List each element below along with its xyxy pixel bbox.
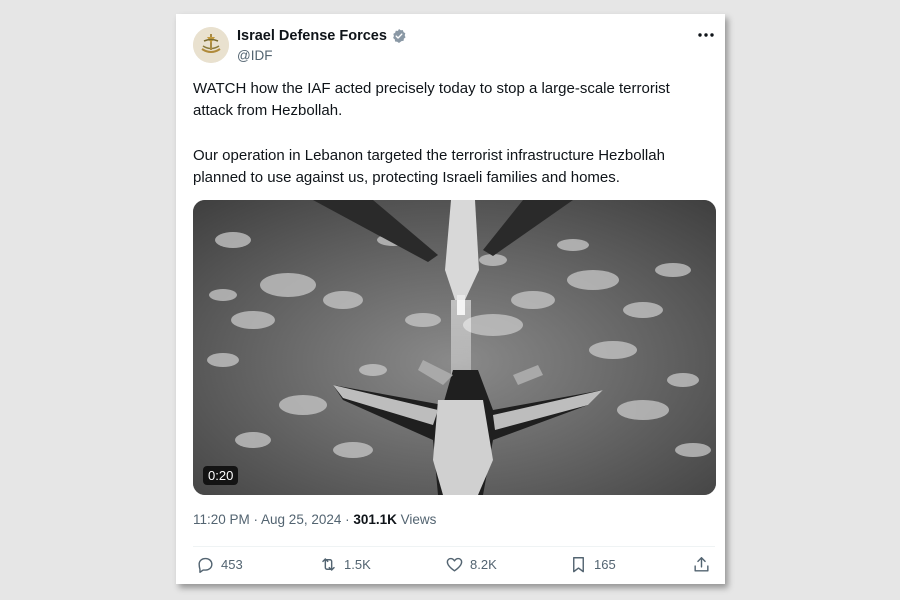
heart-icon [446, 557, 463, 572]
tweet-card: Israel Defense Forces @IDF WATCH how the… [176, 14, 725, 584]
author-name[interactable]: Israel Defense Forces [237, 28, 387, 44]
reply-button[interactable]: 453 [196, 555, 243, 574]
video-frame [193, 200, 716, 495]
action-bar: 453 1.5K 8.2K 165 [193, 555, 711, 579]
timestamp[interactable]: 11:20 PM · Aug 25, 2024 · [193, 512, 353, 527]
bookmark-icon [573, 557, 584, 573]
video-duration: 0:20 [203, 466, 239, 485]
views-label: Views [396, 512, 437, 527]
repost-count: 1.5K [344, 557, 371, 572]
tweet-meta: 11:20 PM · Aug 25, 2024 · 301.1K Views [193, 512, 436, 527]
divider [193, 546, 715, 547]
tweet-paragraph-1: WATCH how the IAF acted precisely today … [193, 80, 670, 119]
author-handle[interactable]: @IDF [237, 48, 272, 63]
avatar[interactable] [193, 27, 229, 63]
video-player[interactable]: 0:20 [193, 200, 716, 495]
repost-button[interactable]: 1.5K [319, 555, 371, 574]
like-count: 8.2K [470, 557, 497, 572]
like-button[interactable]: 8.2K [445, 555, 497, 574]
repost-icon [322, 558, 335, 571]
share-icon [694, 557, 709, 572]
tweet-paragraph-2: Our operation in Lebanon targeted the te… [193, 147, 665, 186]
views-count: 301.1K [353, 512, 397, 527]
share-button[interactable] [692, 555, 711, 574]
reply-count: 453 [221, 557, 243, 572]
bookmark-button[interactable]: 165 [569, 555, 616, 574]
idf-emblem-icon [193, 27, 229, 63]
bookmark-count: 165 [594, 557, 616, 572]
author-row: Israel Defense Forces [237, 28, 407, 44]
tweet-text: WATCH how the IAF acted precisely today … [193, 78, 713, 212]
reply-icon [198, 557, 213, 573]
more-icon[interactable] [697, 28, 715, 42]
verified-badge-icon [393, 29, 406, 43]
